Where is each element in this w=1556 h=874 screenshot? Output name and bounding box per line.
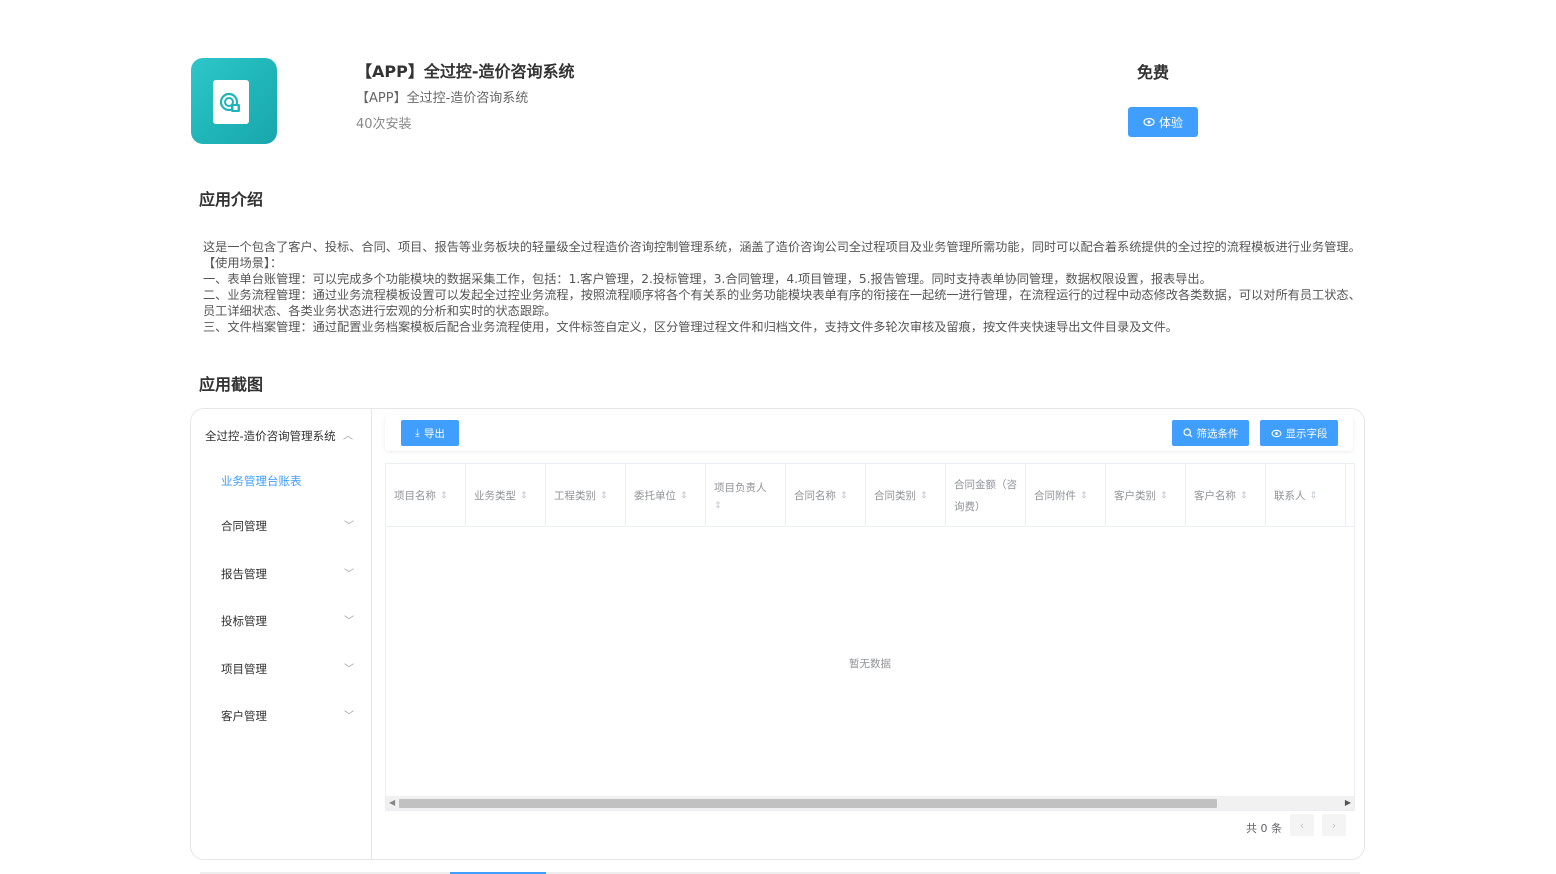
- table-toolbar: ⤓ 导出 筛选条件 显示字段: [385, 415, 1353, 451]
- column-header[interactable]: 合同类别 ⇕: [866, 464, 946, 527]
- chevron-up-icon: ︿: [343, 431, 353, 442]
- column-header[interactable]: 合同名称 ⇕: [786, 464, 866, 527]
- sort-icon[interactable]: ⇕: [520, 491, 528, 501]
- column-label: 工程类别: [554, 490, 596, 502]
- app-subtitle: 【APP】全过控-造价咨询系统: [356, 91, 529, 106]
- sidebar-item-project[interactable]: 项目管理: [221, 661, 267, 677]
- try-button[interactable]: 体验: [1128, 107, 1198, 137]
- sort-icon[interactable]: ⇕: [680, 491, 688, 501]
- try-button-label: 体验: [1158, 115, 1183, 130]
- eye-icon: [1143, 117, 1155, 127]
- sidebar-item-bid[interactable]: 投标管理: [221, 613, 267, 629]
- sort-icon[interactable]: ⇕: [1310, 491, 1318, 501]
- scrollbar-thumb[interactable]: [399, 799, 1217, 808]
- table-header: 项目名称 ⇕ 业务类型 ⇕ 工程类别 ⇕ 委托单位 ⇕ 项目负责人 ⇕ 合同名称 ⇕ 合同类…: [386, 464, 1354, 527]
- next-page-button[interactable]: ›: [1322, 814, 1346, 836]
- column-label: 项目负责人: [714, 482, 767, 494]
- intro-heading: 应用介绍: [199, 190, 264, 209]
- app-screenshot: 全过控-造价咨询管理系统 ︿ 业务管理台账表 合同管理 ﹀ 报告管理 ﹀ 投标管…: [190, 408, 1365, 860]
- column-header[interactable]: 客户名称 ⇕: [1186, 464, 1266, 527]
- app-logo: [191, 58, 277, 144]
- scroll-right-icon[interactable]: ▶: [1345, 798, 1351, 807]
- show-fields-button-label: 显示字段: [1285, 427, 1328, 440]
- chevron-down-icon: ﹀: [344, 664, 354, 675]
- pagination-total: 共 0 条: [1246, 822, 1282, 835]
- column-header[interactable]: 客户类别 ⇕: [1106, 464, 1186, 527]
- sort-icon[interactable]: ⇕: [920, 491, 928, 501]
- column-header[interactable]: 项目名称 ⇕: [386, 464, 466, 527]
- column-header[interactable]: 项目负责人 ⇕: [706, 464, 786, 527]
- intro-line: 【使用场景】：: [203, 256, 283, 270]
- chevron-right-icon: ›: [1331, 818, 1337, 832]
- chevron-left-icon: ‹: [1299, 818, 1305, 832]
- sidebar-item-report[interactable]: 报告管理: [221, 566, 267, 582]
- sort-icon[interactable]: ⇕: [1080, 491, 1088, 501]
- screenshots-heading: 应用截图: [199, 375, 264, 394]
- sidebar-item-customer[interactable]: 客户管理: [221, 708, 267, 724]
- column-header[interactable]: 业务类型 ⇕: [466, 464, 546, 527]
- prev-page-button[interactable]: ‹: [1290, 814, 1314, 836]
- app-title: 【APP】全过控-造价咨询系统: [356, 62, 575, 81]
- sort-icon[interactable]: ⇕: [440, 491, 448, 501]
- sort-icon[interactable]: ⇕: [714, 501, 722, 511]
- empty-state: 暂无数据: [849, 658, 891, 670]
- download-icon: ⤓: [415, 426, 420, 439]
- search-icon: [1182, 428, 1192, 438]
- install-count: 40次安装: [356, 117, 412, 132]
- chevron-down-icon: ﹀: [344, 569, 354, 580]
- intro-line: 这是一个包含了客户、投标、合同、项目、报告等业务板块的轻量级全过程造价咨询控制管…: [203, 240, 1361, 254]
- sort-icon[interactable]: ⇕: [1240, 491, 1248, 501]
- sidebar-item-ledger[interactable]: 业务管理台账表: [221, 473, 302, 489]
- column-label: 合同名称: [794, 490, 836, 502]
- intro-description: 这是一个包含了客户、投标、合同、项目、报告等业务板块的轻量级全过程造价咨询控制管…: [203, 239, 1365, 335]
- eye-icon: [1270, 429, 1282, 437]
- export-button[interactable]: ⤓ 导出: [401, 420, 459, 446]
- export-button-label: 导出: [423, 427, 445, 440]
- chevron-down-icon: ﹀: [344, 616, 354, 627]
- column-label: 合同类别: [874, 490, 916, 502]
- intro-line: 一、表单台账管理：可以完成多个功能模块的数据采集工作，包括：1.客户管理，2.投…: [203, 272, 1212, 286]
- document-icon: [213, 80, 249, 124]
- sidebar-title[interactable]: 全过控-造价咨询管理系统: [205, 428, 336, 444]
- column-label: 联系人: [1274, 490, 1306, 502]
- chevron-down-icon: ﹀: [344, 711, 354, 722]
- column-label: 合同金额（咨询费）: [954, 478, 1017, 513]
- column-header[interactable]: 合同附件 ⇕: [1026, 464, 1106, 527]
- column-header[interactable]: 工程类别 ⇕: [546, 464, 626, 527]
- column-header[interactable]: 联系人 ⇕: [1266, 464, 1346, 527]
- price-label: 免费: [1137, 63, 1170, 82]
- data-table: 项目名称 ⇕ 业务类型 ⇕ 工程类别 ⇕ 委托单位 ⇕ 项目负责人 ⇕ 合同名称 ⇕ 合同类…: [385, 463, 1355, 811]
- column-label: 客户名称: [1194, 490, 1236, 502]
- column-label: 合同附件: [1034, 490, 1076, 502]
- filter-button-label: 筛选条件: [1196, 427, 1239, 440]
- sidebar-item-contract[interactable]: 合同管理: [221, 518, 267, 534]
- column-label: 业务类型: [474, 490, 516, 502]
- intro-line: 二、业务流程管理：通过业务流程模板设置可以发起全过控业务流程，按照流程顺序将各个…: [203, 288, 1361, 318]
- show-fields-button[interactable]: 显示字段: [1260, 420, 1338, 446]
- intro-line: 三、文件档案管理：通过配置业务档案模板后配合业务流程使用，文件标签自定义，区分管…: [203, 320, 1178, 334]
- column-label: 项目名称: [394, 490, 436, 502]
- column-label: 客户类别: [1114, 490, 1156, 502]
- sort-icon[interactable]: ⇕: [600, 491, 608, 501]
- screenshot-sidebar: 全过控-造价咨询管理系统 ︿ 业务管理台账表 合同管理 ﹀ 报告管理 ﹀ 投标管…: [191, 409, 372, 859]
- filter-button[interactable]: 筛选条件: [1172, 420, 1249, 446]
- column-label: 委托单位: [634, 490, 676, 502]
- column-header[interactable]: 合同金额（咨询费）: [946, 464, 1026, 527]
- sort-icon[interactable]: ⇕: [1160, 491, 1168, 501]
- horizontal-scrollbar[interactable]: ◀ ▶: [386, 796, 1354, 810]
- chevron-down-icon: ﹀: [344, 521, 354, 532]
- sort-icon[interactable]: ⇕: [840, 491, 848, 501]
- column-header[interactable]: 委托单位 ⇕: [626, 464, 706, 527]
- scroll-left-icon[interactable]: ◀: [389, 798, 395, 807]
